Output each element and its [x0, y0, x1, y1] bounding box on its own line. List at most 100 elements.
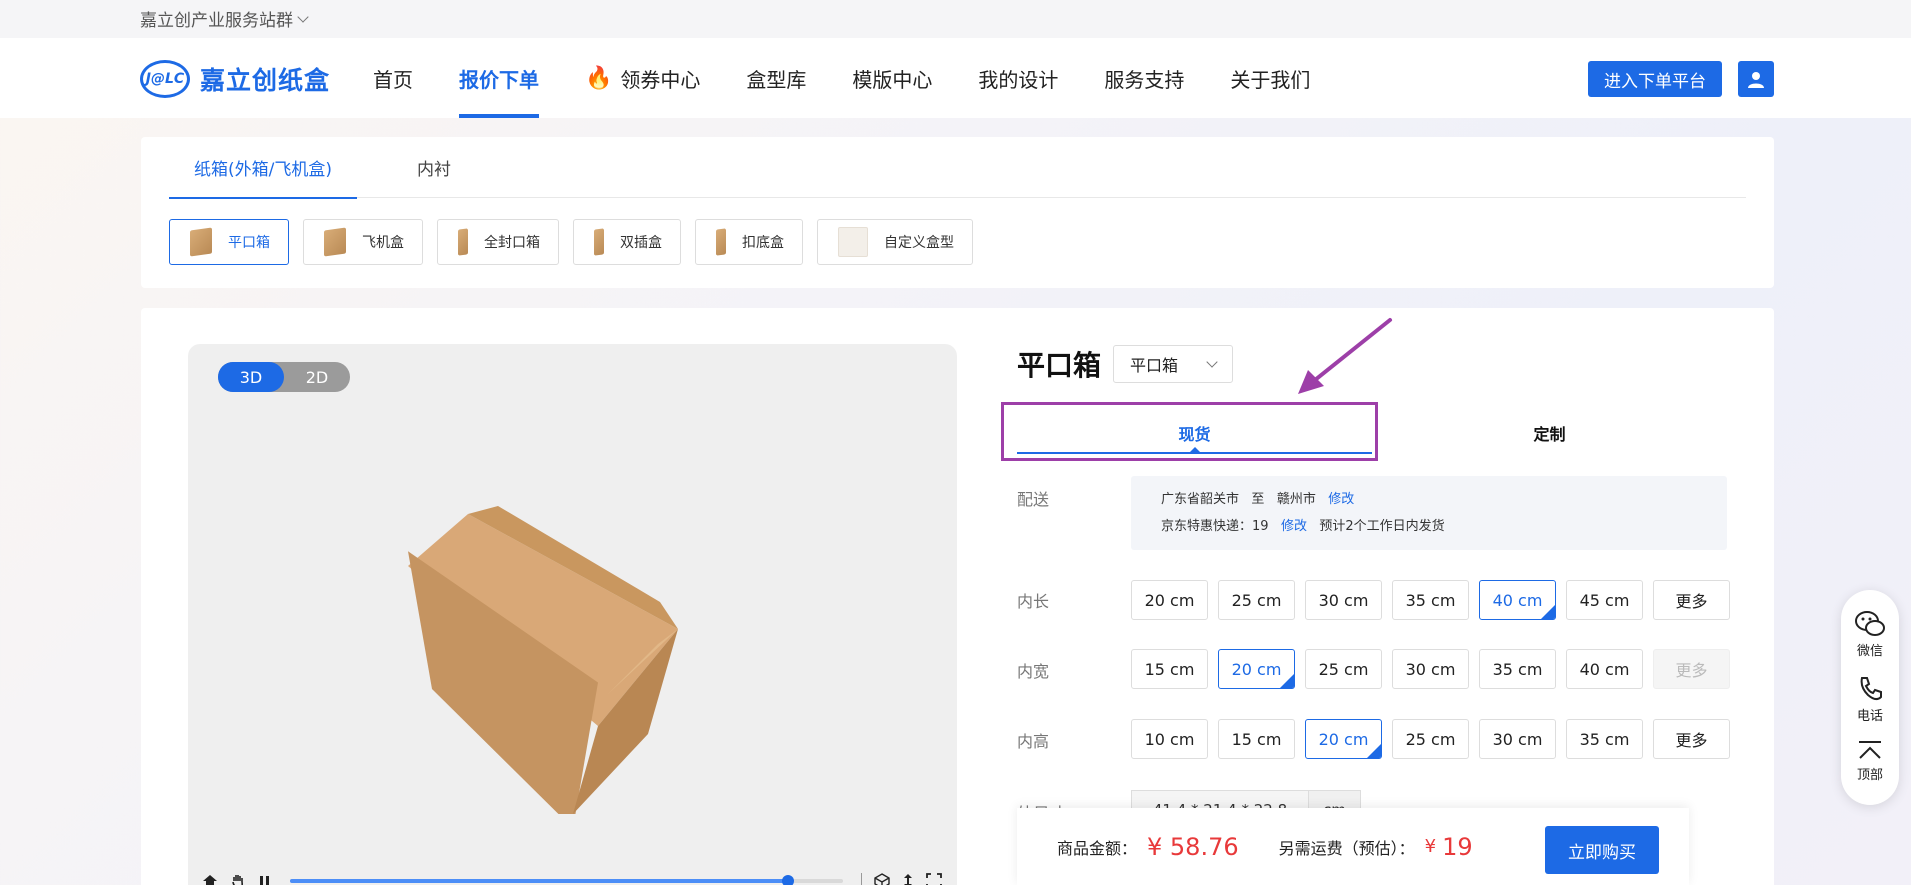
product-card: 3D 2D 平口箱 平口箱 现货 定制 配送 广东省韶关市 至 赣州市 修改 京… [141, 308, 1774, 885]
home-icon[interactable] [202, 873, 218, 885]
box-type-lock-bottom[interactable]: 扣底盒 [695, 219, 803, 265]
phone-icon [1860, 677, 1882, 701]
nav-coupon-center[interactable]: 🔥 领券中心 [585, 38, 700, 118]
buy-now-button[interactable]: 立即购买 [1545, 826, 1659, 874]
shipping-fee-value: 19 [1442, 832, 1473, 861]
height-option[interactable]: 35 cm [1566, 719, 1643, 759]
nav-box-library[interactable]: 盒型库 [746, 38, 806, 118]
title-row: 平口箱 平口箱 [1017, 344, 1234, 384]
length-label: 内长 [1017, 592, 1050, 611]
height-option[interactable]: 25 cm [1392, 719, 1469, 759]
width-option[interactable]: 40 cm [1566, 649, 1643, 689]
progress-handle[interactable] [781, 875, 794, 885]
height-option[interactable]: 30 cm [1479, 719, 1556, 759]
length-option[interactable]: 30 cm [1305, 580, 1382, 620]
toggle-3d[interactable]: 3D [218, 362, 284, 392]
length-option[interactable]: 35 cm [1392, 580, 1469, 620]
height-option[interactable]: 15 cm [1218, 719, 1295, 759]
toggle-2d[interactable]: 2D [284, 362, 350, 392]
main-nav: J@LC 嘉立创纸盒 首页 报价下单 🔥 领券中心 盒型库 模版中心 我的设计 … [0, 38, 1911, 118]
box-type-label: 扣底盒 [742, 235, 784, 251]
cube-icon[interactable] [874, 873, 890, 885]
box-type-tuck[interactable]: 双插盒 [573, 219, 681, 265]
height-options: 10 cm 15 cm 20 cm 25 cm 30 cm 35 cm 更多 [1131, 719, 1730, 759]
nav-menu: 首页 报价下单 🔥 领券中心 盒型库 模版中心 我的设计 服务支持 关于我们 [373, 38, 1356, 118]
tab-lining[interactable]: 内衬 [357, 137, 511, 198]
nav-template-center[interactable]: 模版中心 [852, 38, 932, 118]
pause-icon[interactable] [258, 874, 272, 885]
purchase-bar: 商品金额： ¥ 58.76 另需运费（预估）： ¥ 19 立即购买 [1017, 808, 1689, 885]
nav-support[interactable]: 服务支持 [1104, 38, 1184, 118]
width-option[interactable]: 30 cm [1392, 649, 1469, 689]
amount-label: 商品金额： [1057, 838, 1138, 858]
edit-shipping-link[interactable]: 修改 [1281, 519, 1307, 534]
width-option[interactable]: 25 cm [1305, 649, 1382, 689]
tab-custom[interactable]: 定制 [1372, 408, 1727, 458]
box-style-select[interactable]: 平口箱 [1113, 345, 1234, 383]
viewer-controls [202, 870, 942, 885]
length-option-selected[interactable]: 40 cm [1479, 580, 1556, 620]
box-thumbnail [716, 228, 726, 256]
delivery-label: 配送 [1017, 490, 1050, 509]
3d-viewer[interactable]: 3D 2D [188, 344, 957, 885]
vertical-arrows-icon[interactable] [902, 873, 914, 885]
height-option-selected[interactable]: 20 cm [1305, 719, 1382, 759]
delivery-to-word: 至 [1251, 492, 1265, 507]
product-title: 平口箱 [1017, 349, 1102, 382]
category-card: 纸箱(外箱/飞机盒) 内衬 平口箱 飞机盒 全封口箱 双插盒 扣底盒 自定义盒型 [141, 137, 1774, 288]
box-type-label: 自定义盒型 [884, 235, 954, 251]
progress-fill [290, 879, 788, 883]
height-more-button[interactable]: 更多 [1653, 719, 1730, 759]
chevron-down-icon [297, 10, 309, 23]
box-thumbnail [190, 227, 212, 257]
animation-progress-bar[interactable] [290, 875, 843, 885]
phone-button[interactable]: 电话 [1856, 675, 1884, 724]
logo-badge: J@LC [140, 60, 190, 98]
logo[interactable]: J@LC 嘉立创纸盒 [140, 60, 330, 98]
tab-carton[interactable]: 纸箱(外箱/飞机盒) [169, 137, 357, 199]
length-option[interactable]: 20 cm [1131, 580, 1208, 620]
shipping-eta: 预计2个工作日内发货 [1319, 519, 1445, 534]
box-thumbnail [594, 228, 604, 256]
box-thumbnail [458, 228, 468, 256]
length-option[interactable]: 25 cm [1218, 580, 1295, 620]
width-option[interactable]: 15 cm [1131, 649, 1208, 689]
width-more-button[interactable]: 更多 [1653, 649, 1730, 689]
box-type-sealed[interactable]: 全封口箱 [437, 219, 559, 265]
edit-address-link[interactable]: 修改 [1328, 492, 1354, 507]
view-toggle[interactable]: 3D 2D [218, 362, 350, 392]
box-type-list: 平口箱 飞机盒 全封口箱 双插盒 扣底盒 自定义盒型 [169, 219, 973, 265]
user-button[interactable] [1738, 61, 1774, 97]
nav-coupon-label: 领券中心 [620, 67, 701, 92]
chevron-down-icon [1206, 356, 1218, 368]
box-type-custom[interactable]: 自定义盒型 [817, 219, 973, 265]
delivery-shipping: 京东特惠快递：19 修改 预计2个工作日内发货 [1161, 513, 1727, 540]
box-type-mailer[interactable]: 飞机盒 [303, 219, 423, 265]
nav-home[interactable]: 首页 [373, 38, 413, 118]
wechat-button[interactable]: 微信 [1855, 610, 1885, 659]
box-thumbnail [324, 227, 346, 257]
width-option-selected[interactable]: 20 cm [1218, 649, 1295, 689]
delivery-to: 赣州市 [1276, 492, 1316, 507]
back-to-top-label: 顶部 [1856, 768, 1883, 783]
length-option[interactable]: 45 cm [1566, 580, 1643, 620]
back-to-top-button[interactable]: 顶部 [1857, 740, 1883, 783]
height-option[interactable]: 10 cm [1131, 719, 1208, 759]
height-label: 内高 [1017, 732, 1050, 751]
wechat-icon [1855, 611, 1885, 636]
nav-quote-order[interactable]: 报价下单 [459, 38, 539, 118]
length-more-button[interactable]: 更多 [1653, 580, 1730, 620]
nav-my-design[interactable]: 我的设计 [978, 38, 1058, 118]
enter-order-platform-button[interactable]: 进入下单平台 [1588, 61, 1722, 97]
phone-label: 电话 [1856, 709, 1883, 724]
box-type-flat[interactable]: 平口箱 [169, 219, 289, 265]
nav-about[interactable]: 关于我们 [1230, 38, 1310, 118]
hand-icon[interactable] [230, 873, 246, 885]
width-option[interactable]: 35 cm [1479, 649, 1556, 689]
box-3d-model[interactable] [408, 484, 738, 814]
box-type-label: 平口箱 [228, 235, 270, 251]
select-value: 平口箱 [1130, 356, 1179, 375]
tab-in-stock[interactable]: 现货 [1017, 408, 1372, 458]
site-group-dropdown[interactable]: 嘉立创产业服务站群 [140, 6, 309, 31]
fullscreen-icon[interactable] [926, 873, 942, 885]
